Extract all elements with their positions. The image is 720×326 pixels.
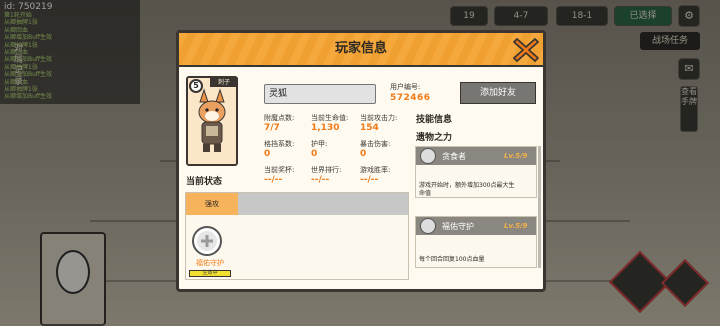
stat-label: 当前生命值: xyxy=(311,114,349,122)
uid-value: 572466 xyxy=(390,93,431,103)
card-cost-badge: 5 xyxy=(189,79,203,93)
stat-label: 游戏胜率: xyxy=(360,166,391,174)
skill-description: 游戏开始时，额外增加300点最大生命值 xyxy=(419,182,515,197)
shield-plus-icon xyxy=(197,231,217,251)
buff-active-bar: 生效中 xyxy=(189,270,231,277)
relic-power-subtitle: 遗物之力 xyxy=(416,133,453,143)
skill-list-scrollbar[interactable] xyxy=(538,146,541,268)
buff-blessing-icon[interactable] xyxy=(192,226,222,256)
stat-value: --/-- xyxy=(360,175,379,185)
close-icon[interactable] xyxy=(512,36,540,64)
uid-label: 用户编号: xyxy=(390,83,421,91)
stat-value: 0 xyxy=(360,149,367,159)
stat-value: 0 xyxy=(264,149,271,159)
stat-label: 世界排行: xyxy=(311,166,342,174)
add-friend-button[interactable]: 添加好友 xyxy=(460,82,536,104)
stat-label: 当前攻击力: xyxy=(360,114,398,122)
skill-level: Lv.5/9 xyxy=(504,222,528,230)
stat-value: --/-- xyxy=(264,175,283,185)
status-section-title: 当前状态 xyxy=(186,177,223,187)
stat-label: 格挡系数: xyxy=(264,140,295,148)
stat-label: 当前奖杯: xyxy=(264,166,295,174)
card-tag: 刺子 xyxy=(210,78,238,87)
stat-value: --/-- xyxy=(311,175,330,185)
skill-name: 贪食者 xyxy=(442,152,466,161)
skill-level: Lv.5/9 xyxy=(504,152,528,160)
status-tab-strong-attack[interactable]: 强攻 xyxy=(186,193,238,215)
player-name-field: 灵狐 xyxy=(264,84,376,104)
stat-value: 1,130 xyxy=(311,123,340,133)
stat-label: 附魔点数: xyxy=(264,114,295,122)
stat-value: 7/7 xyxy=(264,123,280,133)
stat-label: 暴击伤害: xyxy=(360,140,391,148)
glutton-icon xyxy=(420,148,436,164)
skill-section-title: 技能信息 xyxy=(416,115,453,125)
stat-value: 0 xyxy=(311,149,318,159)
skill-description: 每个回合回复100点血量 xyxy=(419,256,485,263)
dialog-title: 玩家信息 xyxy=(334,41,387,56)
skill-name: 福佑守护 xyxy=(442,222,474,231)
buff-name: 福佑守护 xyxy=(196,259,224,267)
stat-value: 154 xyxy=(360,123,379,133)
blessing-guard-icon xyxy=(420,218,436,234)
stat-label: 护甲: xyxy=(311,140,328,148)
